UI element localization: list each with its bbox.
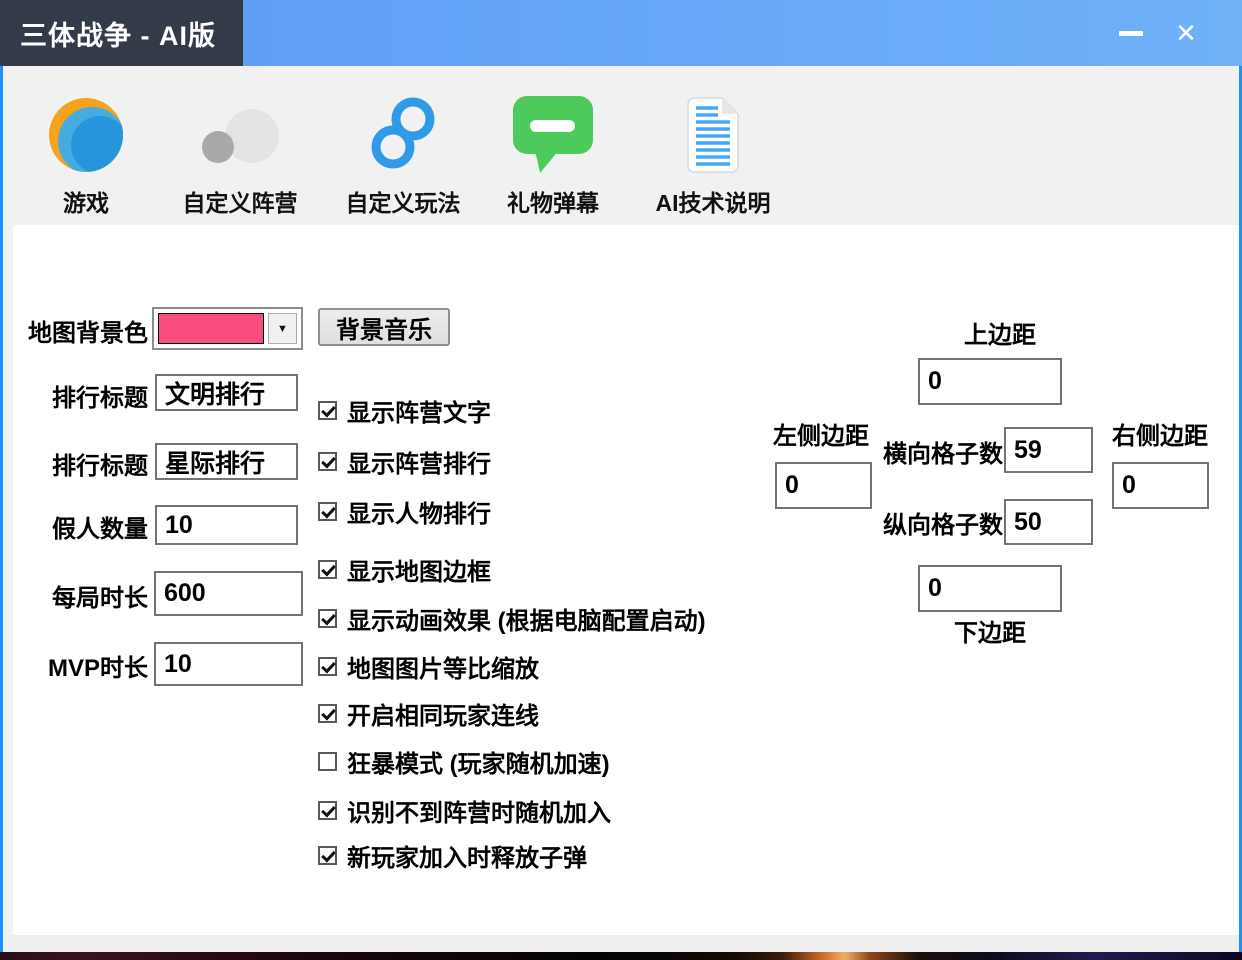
map-bg-color-label: 地图背景色 [0, 313, 148, 348]
window-title: 三体战争 - AI版 [20, 14, 216, 53]
chat-bubble-icon [511, 92, 595, 178]
checkbox-show-faction-rank[interactable]: 显示阵营排行 [318, 448, 491, 474]
toolbar-item-label: 自定义玩法 [346, 184, 461, 218]
mvp-duration-label: MVP时长 [0, 648, 148, 683]
dummy-count-input[interactable] [155, 505, 298, 545]
checkbox-label: 显示阵营排行 [347, 444, 491, 479]
checkbox-same-player-link[interactable]: 开启相同玩家连线 [318, 700, 539, 726]
checkbox-show-animation[interactable]: 显示动画效果 (根据电脑配置启动) [318, 605, 706, 631]
dummy-count-label: 假人数量 [0, 509, 148, 544]
checkbox-label: 显示人物排行 [347, 494, 491, 529]
right-margin-label: 右侧边距 [1105, 416, 1215, 451]
cloud-icon [201, 92, 279, 178]
checkbox-box[interactable] [318, 609, 337, 628]
left-margin-input[interactable] [775, 462, 872, 509]
top-margin-label: 上边距 [925, 315, 1075, 350]
minimize-icon [1119, 31, 1143, 36]
document-icon [684, 92, 742, 178]
rank-title-label-1: 排行标题 [0, 378, 148, 413]
checkbox-show-player-rank[interactable]: 显示人物排行 [318, 498, 491, 524]
checkbox-label: 显示地图边框 [347, 552, 491, 587]
rank-title-input-2[interactable] [155, 443, 298, 480]
desktop-background-strip [0, 952, 1242, 960]
close-icon: ✕ [1175, 20, 1197, 46]
checkbox-box[interactable] [318, 502, 337, 521]
statusbar [3, 935, 1239, 952]
checkbox-box[interactable] [318, 752, 337, 771]
checkbox-label: 显示阵营文字 [347, 393, 491, 428]
dropdown-button[interactable]: ▼ [268, 313, 297, 344]
checkbox-new-player-bullet[interactable]: 新玩家加入时释放子弹 [318, 842, 587, 868]
title-tab: 三体战争 - AI版 [0, 0, 243, 66]
h-grid-count-input[interactable] [1004, 427, 1093, 473]
checkbox-box[interactable] [318, 801, 337, 820]
checkbox-box[interactable] [318, 704, 337, 723]
top-margin-input[interactable] [918, 358, 1062, 405]
checkbox-box[interactable] [318, 560, 337, 579]
checkbox-label: 识别不到阵营时随机加入 [347, 793, 611, 828]
color-swatch [158, 313, 264, 344]
checkbox-berserk-mode[interactable]: 狂暴模式 (玩家随机加速) [318, 748, 610, 774]
round-duration-label: 每局时长 [0, 578, 148, 613]
close-button[interactable]: ✕ [1160, 10, 1212, 56]
v-grid-count-input[interactable] [1004, 499, 1093, 545]
toolbar-item-gift-danmaku[interactable]: 礼物弹幕 [478, 92, 628, 220]
bottom-margin-input[interactable] [918, 565, 1062, 612]
toolbar-item-game[interactable]: 游戏 [11, 92, 161, 220]
checkbox-box[interactable] [318, 401, 337, 420]
checkbox-show-faction-text[interactable]: 显示阵营文字 [318, 397, 491, 423]
checkbox-label: 地图图片等比缩放 [347, 649, 539, 684]
toolbar-item-label: AI技术说明 [656, 184, 771, 218]
titlebar: 三体战争 - AI版 ✕ [0, 0, 1242, 66]
right-margin-input[interactable] [1112, 462, 1209, 509]
toolbar-item-label: 礼物弹幕 [507, 184, 599, 218]
toolbar-item-label: 自定义阵营 [183, 184, 298, 218]
toolbar-item-label: 游戏 [63, 184, 109, 218]
checkbox-label: 狂暴模式 (玩家随机加速) [347, 744, 610, 779]
checkbox-map-image-scale[interactable]: 地图图片等比缩放 [318, 653, 539, 679]
round-duration-input[interactable] [154, 571, 303, 616]
checkbox-show-map-border[interactable]: 显示地图边框 [318, 556, 491, 582]
game-sphere-icon [49, 92, 123, 178]
rank-title-label-2: 排行标题 [0, 446, 148, 481]
checkbox-label: 开启相同玩家连线 [347, 696, 539, 731]
checkbox-label: 显示动画效果 (根据电脑配置启动) [347, 601, 706, 636]
toolbar-item-custom-factions[interactable]: 自定义阵营 [165, 92, 315, 220]
chevron-down-icon: ▼ [277, 323, 288, 335]
map-bg-color-select[interactable]: ▼ [152, 307, 303, 350]
h-grid-count-label: 横向格子数 [883, 434, 1003, 469]
checkbox-box[interactable] [318, 846, 337, 865]
bgm-button[interactable]: 背景音乐 [318, 308, 450, 346]
checkbox-box[interactable] [318, 452, 337, 471]
left-margin-label: 左侧边距 [766, 416, 876, 451]
mvp-duration-input[interactable] [154, 642, 303, 686]
v-grid-count-label: 纵向格子数 [883, 505, 1003, 540]
rank-title-input-1[interactable] [155, 374, 298, 411]
checkbox-label: 新玩家加入时释放子弹 [347, 838, 587, 873]
minimize-button[interactable] [1106, 12, 1156, 54]
checkbox-random-join[interactable]: 识别不到阵营时随机加入 [318, 797, 611, 823]
toolbar-item-custom-gameplay[interactable]: 自定义玩法 [328, 92, 478, 220]
checkbox-box[interactable] [318, 657, 337, 676]
toolbar-item-ai-description[interactable]: AI技术说明 [638, 92, 788, 220]
bottom-margin-label: 下边距 [918, 613, 1062, 648]
chain-link-icon [363, 92, 443, 178]
app-window: 三体战争 - AI版 ✕ 游戏 [0, 0, 1242, 960]
